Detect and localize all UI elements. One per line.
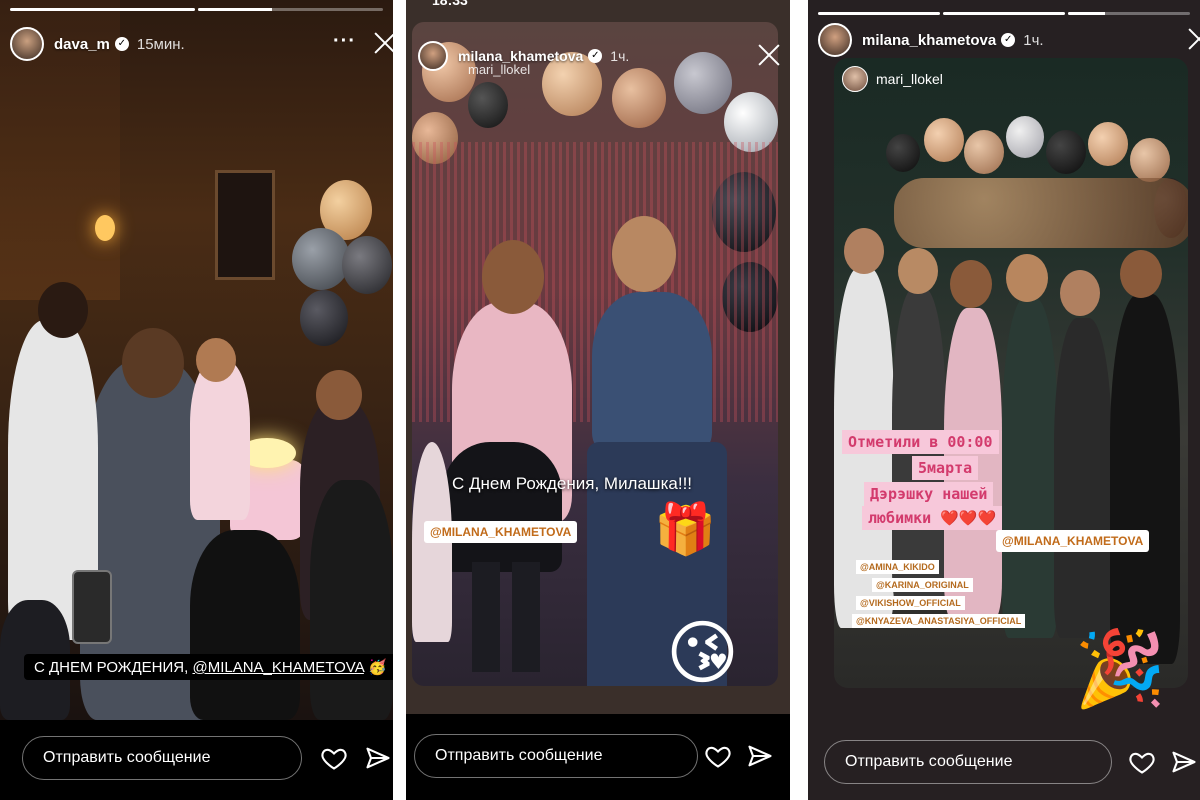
sub-author-tag: mari_llokel — [842, 66, 943, 92]
progress-fill — [10, 8, 195, 11]
story-header: milana_khametova ✓ 1ч. — [818, 22, 1200, 58]
mention-tag[interactable]: @MILANA_KHAMETOVA — [996, 530, 1150, 552]
story-caption: С ДНЕМ РОЖДЕНИЯ, @MILANA_KHAMETOVA 🥳 — [24, 654, 393, 680]
send-icon[interactable] — [746, 742, 774, 770]
reply-input[interactable]: Отправить сообщение — [22, 736, 302, 780]
send-icon[interactable] — [1170, 748, 1198, 776]
story-panel-1: dava_m ✓ 15мин. ··· С ДНЕМ РОЖДЕНИЯ, @MI… — [0, 0, 393, 800]
verified-badge-icon: ✓ — [588, 49, 603, 63]
story-progress — [10, 8, 383, 11]
sub-author[interactable]: mari_llokel — [876, 71, 943, 87]
progress-segment — [1068, 12, 1190, 15]
story-text-line: Дэрэшку нашей — [864, 482, 994, 506]
party-emoji: 🥳 — [368, 659, 387, 676]
heart-icon[interactable] — [704, 742, 732, 770]
username[interactable]: dava_m — [54, 36, 110, 53]
mention-tag[interactable]: @MILANA_KHAMETOVA — [424, 521, 578, 543]
progress-fill — [1068, 12, 1105, 15]
close-icon[interactable] — [1186, 26, 1200, 52]
story-panel-2: 18:33 milana_khametova ✓ 1ч. mari_llokel… — [406, 0, 790, 800]
avatar[interactable] — [10, 27, 44, 61]
story-progress — [818, 12, 1190, 15]
story-photo-party — [0, 0, 393, 720]
small-mention-tag[interactable]: @KNYAZEVA_ANASTASIYA_OFFICIAL — [852, 614, 1026, 628]
avatar[interactable] — [418, 41, 448, 71]
small-mention-tag[interactable]: @KARINA_ORIGINAL — [872, 578, 973, 592]
story-text-line: любимки ❤️❤️❤️ — [862, 506, 1003, 530]
send-icon[interactable] — [364, 744, 392, 772]
story-footer: Отправить сообщение — [808, 720, 1200, 800]
sub-author[interactable]: mari_llokel — [468, 62, 530, 77]
heart-icon[interactable] — [320, 744, 348, 772]
post-time: 15мин. — [136, 35, 185, 53]
caption-mention[interactable]: @MILANA_KHAMETOVA — [192, 659, 363, 676]
progress-fill — [198, 8, 272, 11]
story-text-line: 5марта — [912, 456, 979, 480]
reply-input[interactable]: Отправить сообщение — [824, 740, 1112, 784]
progress-fill — [818, 12, 940, 15]
progress-segment — [198, 8, 383, 11]
avatar[interactable] — [818, 23, 852, 57]
progress-segment — [10, 8, 195, 11]
progress-segment — [943, 12, 1065, 15]
close-icon[interactable] — [756, 42, 782, 68]
caption-text: С ДНЕМ РОЖДЕНИЯ, — [34, 659, 189, 676]
progress-fill — [943, 12, 1065, 15]
post-time: 1ч. — [1023, 31, 1044, 49]
story-panel-3: milana_khametova ✓ 1ч. mari_llokel Отмет… — [808, 0, 1200, 800]
story-photo-group — [834, 58, 1188, 688]
close-icon[interactable] — [372, 30, 393, 56]
story-photo-friends — [412, 22, 778, 686]
status-bar-time: 18:33 — [432, 0, 468, 8]
small-mention-tag[interactable]: @AMINA_KIKIDO — [856, 560, 939, 574]
more-options-icon[interactable]: ··· — [333, 30, 356, 53]
verified-badge-icon: ✓ — [1001, 33, 1016, 47]
sub-author-avatar[interactable] — [842, 66, 868, 92]
heart-icon[interactable] — [1128, 748, 1156, 776]
gift-sticker: 🎁 — [654, 501, 717, 557]
small-mention-tag[interactable]: @VIKISHOW_OFFICIAL — [856, 596, 965, 610]
reply-input[interactable]: Отправить сообщение — [414, 734, 698, 778]
progress-segment — [818, 12, 940, 15]
verified-badge-icon: ✓ — [114, 37, 129, 51]
story-caption: С Днем Рождения, Милашка!!! — [452, 474, 693, 493]
story-text-line: Отметили в 00:00 — [842, 430, 999, 454]
username[interactable]: milana_khametova — [862, 32, 996, 49]
post-time: 1ч. — [610, 48, 630, 64]
story-footer: Отправить сообщение — [406, 714, 790, 800]
party-popper-sticker: 🎉 — [1074, 627, 1167, 710]
kiss-sticker: 😘 — [666, 614, 739, 692]
story-footer: Отправить сообщение — [0, 720, 393, 800]
